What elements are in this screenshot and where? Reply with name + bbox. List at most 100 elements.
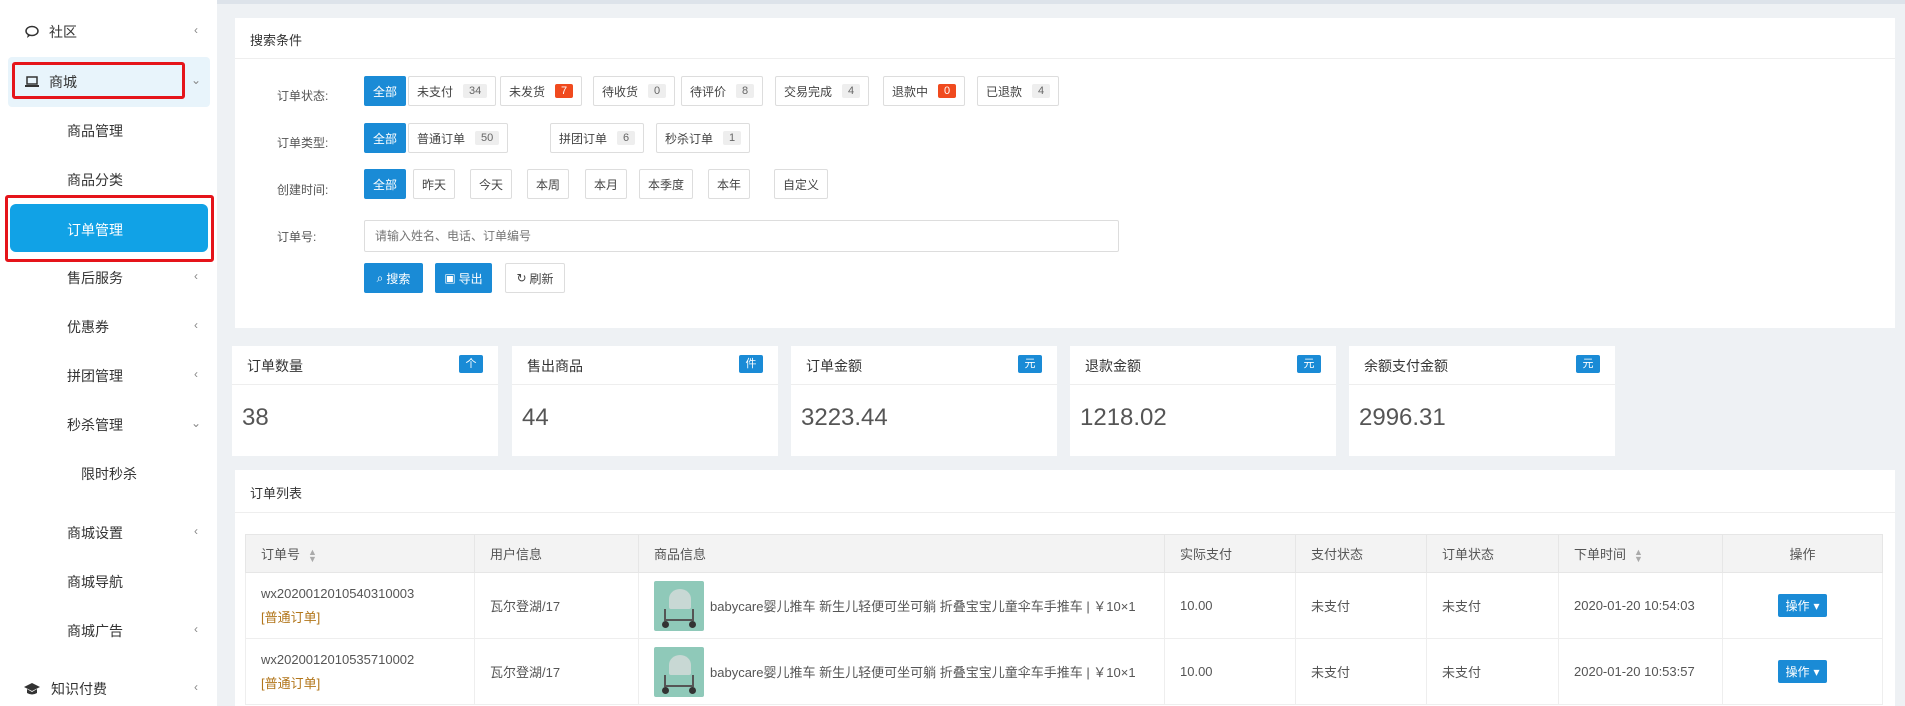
col-product: 商品信息 bbox=[638, 534, 1165, 573]
sidebar-item-after-sales[interactable]: 售后服务 ‹ bbox=[0, 258, 217, 298]
stat-value: 1218.02 bbox=[1080, 404, 1167, 431]
sidebar-item-shop-ads[interactable]: 商城广告 ‹ bbox=[0, 611, 217, 651]
order-no: wx2020012010535710002 bbox=[261, 651, 415, 667]
count-badge: 4 bbox=[842, 84, 861, 98]
order-no-label: 订单号: bbox=[277, 230, 317, 244]
type-filter-all[interactable]: 全部 bbox=[364, 123, 407, 153]
user-info: 瓦尔登湖/17 bbox=[474, 638, 639, 705]
sidebar-item-shop-settings[interactable]: 商城设置 ‹ bbox=[0, 513, 217, 553]
paid-amount: 10.00 bbox=[1164, 572, 1296, 639]
pay-status: 未支付 bbox=[1295, 572, 1427, 639]
product-thumbnail bbox=[654, 580, 704, 631]
chat-icon bbox=[25, 25, 39, 38]
stat-card-refund-amount: 退款金额 元 1218.02 bbox=[1070, 346, 1336, 456]
sidebar-item-shop[interactable]: 商城 ⌄ bbox=[0, 62, 217, 102]
time-filter-yesterday[interactable]: 昨天 bbox=[413, 169, 456, 199]
paid-amount: 10.00 bbox=[1164, 638, 1296, 705]
chevron-left-icon: ‹ bbox=[194, 318, 198, 332]
sort-icon[interactable]: ▲ ▼ bbox=[308, 547, 317, 563]
order-type-tag: [普通订单] bbox=[261, 609, 321, 625]
chevron-left-icon: ‹ bbox=[194, 269, 198, 283]
action-dropdown-button[interactable]: 操作 ▾ bbox=[1778, 660, 1827, 683]
product-info: babycare婴儿推车 新生儿轻便可坐可躺 折叠宝宝儿童伞车手推车 | ￥10… bbox=[710, 665, 1136, 680]
count-badge: 50 bbox=[475, 131, 500, 145]
pay-status: 未支付 bbox=[1295, 638, 1427, 705]
count-badge: 6 bbox=[617, 131, 636, 145]
sidebar-item-order-manage[interactable]: 订单管理 bbox=[10, 204, 208, 252]
laptop-icon bbox=[25, 76, 39, 87]
type-filter-flash[interactable]: 秒杀订单 1 bbox=[656, 123, 751, 153]
sort-icon[interactable]: ▲ ▼ bbox=[1634, 547, 1643, 563]
order-list-title: 订单列表 bbox=[250, 486, 303, 501]
col-user: 用户信息 bbox=[474, 534, 639, 573]
col-order-no[interactable]: 订单号 ▲ ▼ bbox=[245, 534, 475, 573]
status-filter-to-review[interactable]: 待评价 8 bbox=[681, 76, 764, 106]
status-filter-refunding[interactable]: 退款中 0 bbox=[883, 76, 966, 106]
sidebar-item-group-buy[interactable]: 拼团管理 ‹ bbox=[0, 356, 217, 396]
count-badge: 0 bbox=[938, 84, 957, 98]
search-panel-title: 搜索条件 bbox=[250, 33, 303, 48]
search-button[interactable]: ⌕ 搜索 bbox=[364, 263, 423, 293]
sidebar-item-product-manage[interactable]: 商品管理 bbox=[0, 111, 217, 151]
time-filter-all[interactable]: 全部 bbox=[364, 169, 407, 199]
sidebar-item-paid-knowledge[interactable]: 知识付费 ‹ bbox=[0, 669, 217, 706]
user-info: 瓦尔登湖/17 bbox=[474, 572, 639, 639]
count-badge: 8 bbox=[736, 84, 755, 98]
sidebar-item-limited-flash-sale[interactable]: 限时秒杀 bbox=[0, 454, 217, 494]
col-pay-status: 支付状态 bbox=[1295, 534, 1427, 573]
order-table: 订单号 ▲ ▼ 用户信息 商品信息 实际支付 支付状态 订单状态 下单时间 ▲ ▼ 操作… bbox=[245, 534, 1883, 705]
unit-badge: 件 bbox=[739, 355, 763, 373]
sidebar-item-community[interactable]: 社区 ‹ bbox=[0, 12, 217, 52]
order-type-tag: [普通订单] bbox=[261, 675, 321, 691]
time-filter-quarter[interactable]: 本季度 bbox=[639, 169, 694, 199]
sidebar-item-shop-nav[interactable]: 商城导航 bbox=[0, 562, 217, 602]
sidebar-item-product-category[interactable]: 商品分类 bbox=[0, 160, 217, 200]
order-status: 未支付 bbox=[1426, 572, 1559, 639]
type-filter-group[interactable]: 拼团订单 6 bbox=[550, 123, 645, 153]
chevron-left-icon: ‹ bbox=[194, 680, 198, 694]
main-content: 搜索条件 订单状态: 全部 未支付 34 未发货 7 待收货 0 待评价 8 交易完成 4… bbox=[217, 0, 1905, 706]
product-thumbnail bbox=[654, 646, 704, 697]
status-filter-unshipped[interactable]: 未发货 7 bbox=[500, 76, 583, 106]
time-filter-custom[interactable]: 自定义 bbox=[774, 169, 829, 199]
time-label: 创建时间: bbox=[277, 183, 329, 197]
sidebar-item-coupon[interactable]: 优惠券 ‹ bbox=[0, 307, 217, 347]
time-filter-year[interactable]: 本年 bbox=[708, 169, 751, 199]
stat-card-items-sold: 售出商品 件 44 bbox=[512, 346, 778, 456]
action-dropdown-button[interactable]: 操作 ▾ bbox=[1778, 594, 1827, 617]
col-time[interactable]: 下单时间 ▲ ▼ bbox=[1558, 534, 1723, 573]
order-time: 2020-01-20 10:54:03 bbox=[1558, 572, 1723, 639]
status-filter-completed[interactable]: 交易完成 4 bbox=[775, 76, 870, 106]
chevron-left-icon: ‹ bbox=[194, 367, 198, 381]
count-badge: 4 bbox=[1032, 84, 1051, 98]
status-filter-to-receive[interactable]: 待收货 0 bbox=[593, 76, 676, 106]
refresh-button[interactable]: ↻ 刷新 bbox=[505, 263, 565, 293]
order-search-input[interactable] bbox=[364, 220, 1119, 252]
stat-card-balance-payment: 余额支付金额 元 2996.31 bbox=[1349, 346, 1615, 456]
search-panel: 搜索条件 订单状态: 全部 未支付 34 未发货 7 待收货 0 待评价 8 交易完成 4… bbox=[235, 18, 1895, 328]
time-filter-week[interactable]: 本周 bbox=[527, 169, 570, 199]
stat-card-order-count: 订单数量 个 38 bbox=[232, 346, 498, 456]
caret-down-icon: ▾ bbox=[1813, 664, 1820, 679]
caret-down-icon: ▾ bbox=[1813, 598, 1820, 613]
count-badge: 1 bbox=[723, 131, 742, 145]
type-filter-normal[interactable]: 普通订单 50 bbox=[408, 123, 509, 153]
status-filter-unpaid[interactable]: 未支付 34 bbox=[408, 76, 497, 106]
refresh-icon: ↻ bbox=[516, 271, 527, 285]
sidebar-item-flash-sale[interactable]: 秒杀管理 ⌄ bbox=[0, 405, 217, 445]
divider bbox=[235, 512, 1895, 513]
time-filter-today[interactable]: 今天 bbox=[470, 169, 513, 199]
unit-badge: 元 bbox=[1576, 355, 1600, 373]
search-icon: ⌕ bbox=[376, 270, 384, 285]
status-filter-all[interactable]: 全部 bbox=[364, 76, 407, 106]
status-filter-refunded[interactable]: 已退款 4 bbox=[977, 76, 1060, 106]
col-order-status: 订单状态 bbox=[1426, 534, 1559, 573]
chevron-left-icon: ‹ bbox=[194, 622, 198, 636]
count-badge: 0 bbox=[648, 84, 667, 98]
export-button[interactable]: ▣ 导出 bbox=[435, 263, 492, 293]
status-label: 订单状态: bbox=[277, 89, 329, 103]
save-icon: ▣ bbox=[444, 271, 456, 285]
time-filter-month[interactable]: 本月 bbox=[585, 169, 628, 199]
chevron-left-icon: ‹ bbox=[194, 23, 198, 37]
table-header-row: 订单号 ▲ ▼ 用户信息 商品信息 实际支付 支付状态 订单状态 下单时间 ▲ ▼ 操作 bbox=[245, 534, 1883, 573]
